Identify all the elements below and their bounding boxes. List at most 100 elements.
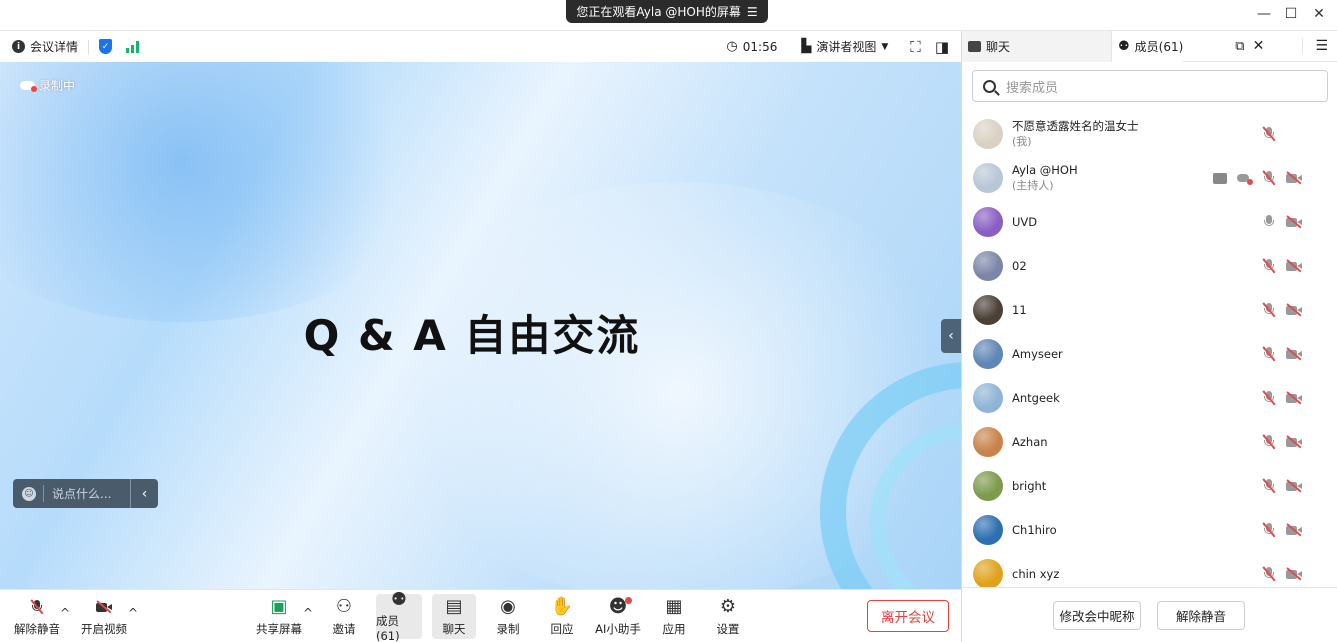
- members-button[interactable]: ⚉ 成员(61): [376, 590, 422, 642]
- collapse-panel-handle[interactable]: ‹: [941, 319, 961, 353]
- member-search-input[interactable]: 搜索成员: [972, 70, 1328, 102]
- record-button[interactable]: ◉ 录制: [486, 590, 530, 642]
- signal-icon[interactable]: [126, 40, 140, 53]
- unmute-all-button[interactable]: 解除静音: [1157, 601, 1245, 630]
- member-info: 02: [1012, 259, 1027, 274]
- camera-off-icon[interactable]: [1286, 172, 1302, 184]
- screen-share-banner[interactable]: 您正在观看Ayla @HOH的屏幕 ☰: [566, 0, 768, 23]
- tab-chat[interactable]: 聊天: [962, 30, 1112, 62]
- meeting-details-button[interactable]: i 会议详情: [12, 38, 78, 55]
- cloud-record-icon: [1237, 173, 1253, 185]
- member-name: Ayla @HOH: [1012, 163, 1078, 177]
- camera-off-icon[interactable]: [1286, 304, 1302, 316]
- react-button[interactable]: ✋ 回应: [540, 590, 584, 642]
- apps-grid-icon: ▦: [665, 595, 683, 617]
- tab-members[interactable]: ⚉ 成员(61): [1112, 30, 1184, 62]
- minimize-icon[interactable]: —: [1254, 6, 1274, 22]
- member-status-icons: [1213, 156, 1302, 200]
- mic-off-icon[interactable]: [1262, 567, 1276, 581]
- invite-label: 邀请: [332, 621, 356, 636]
- ai-assistant-button[interactable]: ☻ AI小助手: [592, 590, 644, 642]
- leave-meeting-button[interactable]: 离开会议: [867, 600, 949, 632]
- title-bar: 您正在观看Ayla @HOH的屏幕 ☰ — ☐ ✕: [0, 0, 1337, 31]
- chevron-up-icon[interactable]: ^: [128, 606, 138, 620]
- meeting-details-label: 会议详情: [30, 40, 79, 54]
- mic-off-icon[interactable]: [1262, 171, 1276, 185]
- member-status-icons: [1262, 332, 1302, 376]
- mic-off-icon[interactable]: [1262, 259, 1276, 273]
- chat-placeholder[interactable]: 说点什么...: [52, 485, 111, 502]
- cloud-record-icon: [20, 81, 37, 92]
- mic-off-icon[interactable]: [1262, 391, 1276, 405]
- chat-button[interactable]: ▤ 聊天: [432, 594, 476, 639]
- mic-off-icon[interactable]: [1262, 479, 1276, 493]
- camera-off-icon[interactable]: [1286, 260, 1302, 272]
- fullscreen-icon[interactable]: ⛶: [910, 38, 921, 56]
- member-row[interactable]: Antgeek: [962, 376, 1337, 420]
- member-name: 11: [1012, 302, 1027, 317]
- chevron-down-icon: ▼: [881, 41, 889, 52]
- chevron-up-icon[interactable]: ^: [60, 606, 70, 620]
- raise-hand-icon: ✋: [550, 595, 574, 617]
- camera-off-icon[interactable]: [1286, 524, 1302, 536]
- background-glow: [0, 62, 440, 322]
- settings-button[interactable]: ⚙ 设置: [706, 590, 750, 642]
- camera-off-icon[interactable]: [1286, 216, 1302, 228]
- member-role: (主持人): [1012, 179, 1054, 192]
- member-name: bright: [1012, 478, 1047, 493]
- unmute-button[interactable]: 解除静音: [10, 590, 64, 642]
- mic-off-icon[interactable]: [1262, 435, 1276, 449]
- shield-icon[interactable]: ✓: [99, 39, 113, 54]
- member-row[interactable]: UVD: [962, 200, 1337, 244]
- camera-off-icon[interactable]: [1286, 568, 1302, 580]
- avatar: [973, 471, 1003, 501]
- member-status-icons: [1262, 200, 1302, 244]
- mic-off-icon[interactable]: [1262, 303, 1276, 317]
- mic-off-icon[interactable]: [1262, 523, 1276, 537]
- avatar: [973, 383, 1003, 413]
- camera-off-icon[interactable]: [1286, 480, 1302, 492]
- mic-off-icon[interactable]: [1262, 127, 1276, 141]
- camera-off-icon[interactable]: [1286, 392, 1302, 404]
- member-name: UVD: [1012, 214, 1038, 229]
- popout-icon[interactable]: ⧉: [1235, 39, 1244, 54]
- close-icon[interactable]: ✕: [1253, 38, 1265, 54]
- member-name: chin xyz: [1012, 566, 1060, 581]
- maximize-icon[interactable]: ☐: [1281, 6, 1301, 22]
- rename-button[interactable]: 修改会中昵称: [1053, 601, 1141, 630]
- mic-off-icon[interactable]: [1262, 347, 1276, 361]
- view-mode-dropdown[interactable]: ▙ 演讲者视图 ▼: [801, 38, 888, 55]
- members-icon: ⚉: [1118, 38, 1130, 54]
- camera-off-icon[interactable]: [1286, 436, 1302, 448]
- start-video-button[interactable]: 开启视频: [76, 590, 132, 642]
- member-row[interactable]: chin xyz: [962, 552, 1337, 587]
- avatar: [973, 559, 1003, 587]
- member-status-icons: [1262, 508, 1302, 552]
- ai-assistant-label: AI小助手: [595, 621, 641, 636]
- mic-icon[interactable]: [1262, 215, 1276, 229]
- menu-icon[interactable]: ☰: [747, 5, 758, 19]
- member-row[interactable]: Ch1hiro: [962, 508, 1337, 552]
- member-row[interactable]: 02: [962, 244, 1337, 288]
- panel-tabs: 聊天 ⚉ 成员(61) ⧉ ✕ ☰: [962, 30, 1337, 62]
- camera-off-icon[interactable]: [1286, 348, 1302, 360]
- member-name: Ch1hiro: [1012, 522, 1057, 537]
- member-row[interactable]: Azhan: [962, 420, 1337, 464]
- close-icon[interactable]: ✕: [1309, 6, 1329, 22]
- invite-button[interactable]: ⚇ 邀请: [322, 590, 366, 642]
- member-row[interactable]: 11: [962, 288, 1337, 332]
- share-screen-button[interactable]: ▣ 共享屏幕: [253, 590, 305, 642]
- apps-button[interactable]: ▦ 应用: [652, 590, 696, 642]
- menu-icon[interactable]: ☰: [1302, 38, 1328, 54]
- quick-chat-box[interactable]: ☺ 说点什么... ‹: [13, 479, 158, 508]
- meeting-toolbar: i 会议详情 ✓ ◷ 01:56 ▙ 演讲者视图 ▼ ⛶ ◨: [0, 31, 961, 62]
- unmute-label: 解除静音: [14, 621, 60, 636]
- member-row[interactable]: 不愿意透露姓名的温女士 (我): [962, 112, 1337, 156]
- member-row[interactable]: bright: [962, 464, 1337, 508]
- member-row[interactable]: Ayla @HOH (主持人): [962, 156, 1337, 200]
- member-row[interactable]: Amyseer: [962, 332, 1337, 376]
- sidebar-toggle-icon[interactable]: ◨: [935, 38, 949, 56]
- emoji-icon[interactable]: ☺: [22, 486, 36, 501]
- chevron-left-icon[interactable]: ‹: [130, 479, 158, 508]
- chevron-up-icon[interactable]: ^: [303, 606, 313, 620]
